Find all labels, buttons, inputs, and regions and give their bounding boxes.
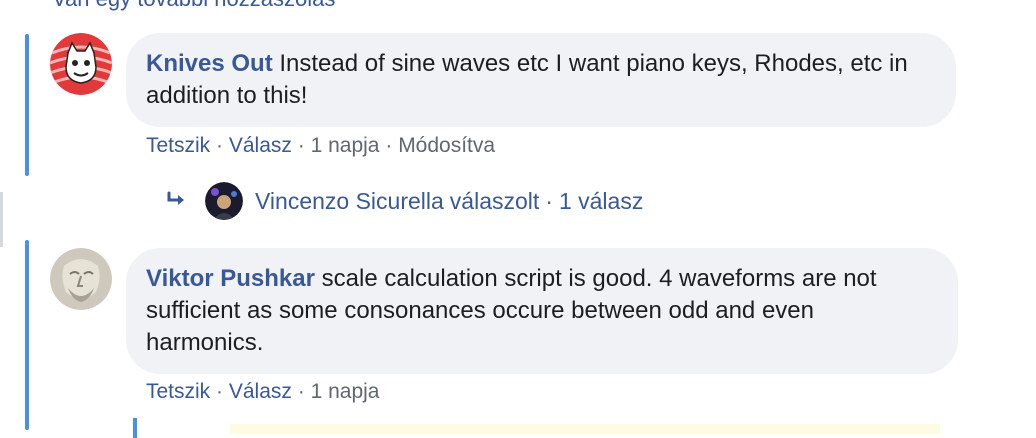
like-link[interactable]: Tetszik	[146, 380, 210, 403]
comment-bubble: Viktor Pushkar scale calculation script …	[126, 248, 958, 374]
separator: ·	[385, 134, 393, 157]
like-link[interactable]: Tetszik	[146, 134, 210, 157]
reply-link[interactable]: Válasz	[229, 134, 292, 157]
left-edge-marker	[0, 192, 3, 247]
comment-time[interactable]: 1 napja	[311, 134, 380, 157]
comment-actions: Tetszik · Válasz · 1 napja · Módosítva	[146, 134, 495, 158]
separator: ·	[545, 187, 553, 214]
comment-bubble: Knives Out Instead of sine waves etc I w…	[126, 33, 956, 127]
comment-author[interactable]: Viktor Pushkar	[146, 265, 315, 292]
avatar[interactable]	[50, 33, 112, 95]
reply-avatar	[205, 182, 243, 220]
next-item-hint	[230, 424, 940, 434]
replies-summary[interactable]: Vincenzo Sicurella válaszolt · 1 válasz	[165, 180, 643, 222]
comment-actions: Tetszik · Válasz · 1 napja	[146, 380, 380, 404]
separator: ·	[216, 134, 224, 157]
reply-link[interactable]: Válasz	[229, 380, 292, 403]
reply-arrow-icon	[165, 188, 187, 215]
nested-thread-line	[133, 418, 137, 438]
comment-time[interactable]: 1 napja	[311, 380, 380, 403]
thread-line	[25, 34, 29, 176]
thread-line	[25, 240, 29, 430]
separator: ·	[216, 380, 224, 403]
reply-verb: válaszolt	[449, 187, 540, 214]
more-comments-link[interactable]: Van egy további hozzászólás	[52, 0, 335, 12]
reply-author[interactable]: Vincenzo Sicurella	[255, 188, 444, 215]
edited-label[interactable]: Módosítva	[398, 134, 495, 157]
separator: ·	[297, 134, 305, 157]
separator: ·	[297, 380, 305, 403]
reply-count[interactable]: 1 válasz	[559, 188, 643, 215]
comment-author[interactable]: Knives Out	[146, 50, 273, 77]
avatar[interactable]	[50, 248, 112, 310]
